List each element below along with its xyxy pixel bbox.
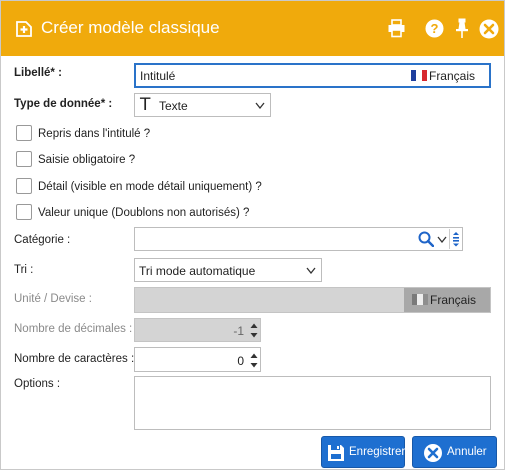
chevron-down-icon: [306, 267, 316, 274]
pin-icon[interactable]: [455, 18, 469, 39]
dialog-title: Créer modèle classique: [41, 18, 220, 37]
save-icon: [328, 445, 344, 461]
libelle-language: Français: [428, 69, 475, 83]
close-icon[interactable]: [479, 19, 499, 39]
checkbox-valeur-unique-label: Valeur unique (Doublons non autorisés) ?: [38, 207, 250, 219]
libelle-language-selector[interactable]: Français: [410, 69, 475, 83]
add-document-icon: [16, 21, 32, 37]
tri-select[interactable]: Tri mode automatique: [134, 258, 322, 282]
tri-value: Tri mode automatique: [139, 264, 256, 278]
type-donnee-label: Type de donnée* :: [14, 98, 113, 110]
checkbox-repris-intitule-label: Repris dans l'intitulé ?: [38, 128, 151, 140]
checkbox-saisie-obligatoire[interactable]: [16, 151, 32, 167]
svg-text:?: ?: [431, 21, 439, 36]
options-textarea[interactable]: [134, 376, 491, 430]
unite-language-selector: Français: [404, 288, 490, 312]
type-donnee-value: Texte: [159, 99, 188, 113]
save-button[interactable]: Enregistrer: [321, 436, 405, 468]
search-icon[interactable]: [418, 231, 434, 247]
type-donnee-select[interactable]: T Texte: [134, 93, 271, 117]
categorie-input[interactable]: [134, 227, 463, 251]
categorie-label: Catégorie :: [14, 234, 71, 246]
decimales-value: -1: [233, 324, 244, 338]
checkbox-detail-label: Détail (visible en mode détail uniquemen…: [38, 181, 262, 193]
caracteres-value: 0: [237, 354, 244, 368]
chevron-down-icon: [255, 102, 265, 109]
cancel-button-label: Annuler: [447, 446, 487, 458]
checkbox-detail[interactable]: [16, 178, 32, 194]
create-model-dialog: Créer modèle classique ? Libellé* : Inti…: [0, 0, 505, 470]
cancel-button[interactable]: Annuler: [412, 436, 497, 468]
checkbox-valeur-unique[interactable]: [16, 204, 32, 220]
checkbox-repris-intitule[interactable]: [16, 125, 32, 141]
options-label: Options :: [14, 378, 61, 390]
caracteres-label: Nombre de caractères :: [14, 353, 135, 365]
libelle-value: Intitulé: [140, 69, 176, 83]
unite-input: Français: [134, 287, 491, 313]
french-flag-icon: [410, 70, 427, 81]
chevron-down-icon[interactable]: [437, 236, 447, 243]
checkbox-saisie-obligatoire-label: Saisie obligatoire ?: [38, 154, 136, 166]
decimales-label: Nombre de décimales :: [14, 323, 133, 335]
libelle-input[interactable]: Intitulé Français: [134, 63, 491, 88]
title-bar: Créer modèle classique ?: [1, 1, 504, 56]
spinner-arrows-icon: [250, 323, 258, 338]
help-icon[interactable]: ?: [425, 19, 444, 38]
expand-list-icon[interactable]: [452, 231, 460, 248]
tri-label: Tri :: [14, 264, 34, 276]
unite-label: Unité / Devise :: [14, 293, 92, 305]
text-type-icon: T: [140, 95, 151, 115]
unite-language: Français: [430, 293, 477, 307]
cancel-icon: [424, 444, 442, 462]
save-button-label: Enregistrer: [349, 446, 406, 458]
divider: [449, 229, 450, 249]
libelle-label: Libellé* :: [14, 67, 62, 79]
printer-icon[interactable]: [387, 19, 406, 38]
french-flag-icon: [412, 294, 428, 305]
caracteres-stepper[interactable]: 0: [134, 347, 261, 372]
decimales-stepper: -1: [134, 318, 261, 342]
spinner-arrows-icon[interactable]: [250, 352, 258, 369]
